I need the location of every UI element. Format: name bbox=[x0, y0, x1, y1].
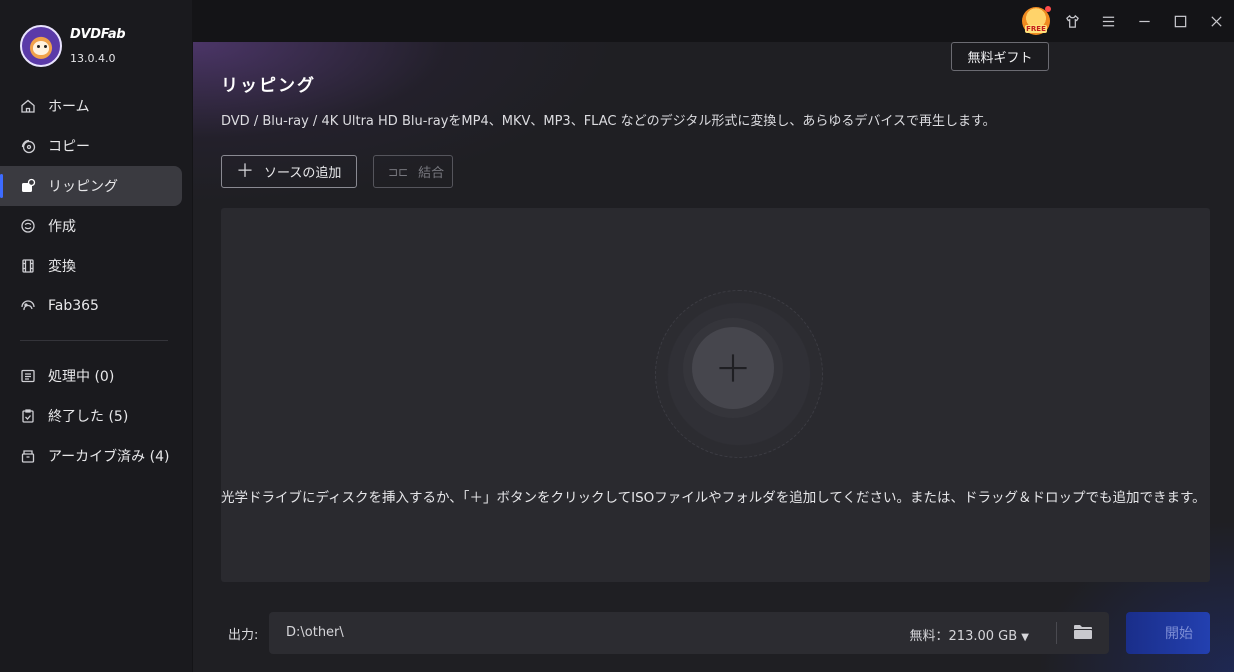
maximize-icon[interactable] bbox=[1167, 8, 1193, 34]
fab365-icon bbox=[20, 298, 36, 314]
output-bar: 出力: D:\other\ 無料：213.00 GB ▼ 開始 bbox=[221, 612, 1210, 654]
drop-hint-text: 光学ドライブにディスクを挿入するか、「＋」ボタンをクリックしてISOファイルやフ… bbox=[221, 490, 1206, 506]
free-space-dropdown[interactable]: 無料：213.00 GB ▼ bbox=[910, 625, 1029, 644]
archive-box-icon bbox=[20, 448, 36, 464]
page-title: リッピング bbox=[221, 76, 316, 96]
start-button[interactable]: 開始 bbox=[1126, 612, 1210, 654]
nav-label: コピー bbox=[48, 139, 90, 155]
skin-shirt-icon[interactable] bbox=[1059, 8, 1085, 34]
nav-label: 終了した (5) bbox=[48, 409, 129, 425]
creator-disc-icon bbox=[20, 218, 36, 234]
ripper-icon bbox=[20, 178, 36, 194]
close-icon[interactable] bbox=[1203, 8, 1229, 34]
free-badge: FREE bbox=[1025, 25, 1047, 33]
output-separator bbox=[1056, 622, 1057, 644]
dvdfab-logo-icon bbox=[20, 25, 62, 67]
nav-item-copy[interactable]: コピー bbox=[0, 126, 193, 166]
nav-label: 変換 bbox=[48, 259, 76, 275]
merge-icon: ⊐⊏ bbox=[388, 164, 409, 179]
add-source-label: ソースの追加 bbox=[264, 166, 342, 181]
free-gift-icon[interactable]: FREE bbox=[1022, 6, 1051, 35]
menu-icon[interactable] bbox=[1095, 8, 1121, 34]
nav-label: リッピング bbox=[48, 179, 118, 195]
app-name: DVDFab bbox=[70, 27, 126, 42]
main-nav: ホーム コピー リッピング 作成 変換 Fab365 bbox=[0, 86, 193, 326]
nav-label: ホーム bbox=[48, 99, 90, 115]
add-source-plus-button[interactable] bbox=[692, 327, 774, 409]
title-bar: FREE bbox=[193, 0, 1234, 42]
film-icon bbox=[20, 258, 36, 274]
folder-icon[interactable] bbox=[1073, 623, 1093, 641]
minimize-icon[interactable] bbox=[1131, 8, 1157, 34]
nav-item-fab365[interactable]: Fab365 bbox=[0, 286, 193, 326]
brand: DVDFab 13.0.4.0 bbox=[20, 25, 126, 67]
main-panel: リッピング DVD / Blu-ray / 4K Ultra HD Blu-ra… bbox=[193, 42, 1234, 672]
caret-down-icon: ▼ bbox=[1021, 632, 1029, 643]
output-label: 出力: bbox=[228, 628, 259, 643]
merge-button[interactable]: ⊐⊏ 結合 bbox=[373, 155, 453, 188]
nav-item-home[interactable]: ホーム bbox=[0, 86, 193, 126]
nav-item-converter[interactable]: 変換 bbox=[0, 246, 193, 286]
sidebar: DVDFab 13.0.4.0 ホーム コピー リッピング 作成 変換 Fab3… bbox=[0, 0, 193, 672]
plus-icon bbox=[719, 354, 747, 382]
free-space-value: 無料：213.00 GB bbox=[909, 629, 1018, 644]
output-path: D:\other\ bbox=[286, 625, 344, 640]
merge-label: 結合 bbox=[418, 166, 445, 181]
finished-clipboard-icon bbox=[20, 408, 36, 424]
nav-item-finished[interactable]: 終了した (5) bbox=[0, 396, 193, 436]
nav-label: アーカイブ済み (4) bbox=[48, 449, 170, 465]
nav-label: Fab365 bbox=[48, 298, 99, 314]
nav-item-creator[interactable]: 作成 bbox=[0, 206, 193, 246]
nav-item-ripper[interactable]: リッピング bbox=[0, 166, 182, 206]
nav-item-archived[interactable]: アーカイブ済み (4) bbox=[0, 436, 193, 476]
free-gift-tooltip: 無料ギフト bbox=[951, 42, 1049, 71]
output-path-field[interactable]: D:\other\ 無料：213.00 GB ▼ bbox=[269, 612, 1109, 654]
plus-icon: ＋ bbox=[236, 160, 254, 182]
nav-label: 作成 bbox=[48, 219, 76, 235]
processing-list-icon bbox=[20, 368, 36, 384]
sidebar-divider bbox=[20, 340, 168, 341]
nav-item-processing[interactable]: 処理中 (0) bbox=[0, 356, 193, 396]
home-icon bbox=[20, 98, 36, 114]
drop-zone[interactable]: 光学ドライブにディスクを挿入するか、「＋」ボタンをクリックしてISOファイルやフ… bbox=[221, 208, 1210, 582]
task-queue-nav: 処理中 (0) 終了した (5) アーカイブ済み (4) bbox=[0, 356, 193, 476]
nav-label: 処理中 (0) bbox=[48, 369, 115, 385]
copy-disc-icon bbox=[20, 138, 36, 154]
notification-dot bbox=[1045, 6, 1051, 12]
add-source-button[interactable]: ＋ ソースの追加 bbox=[221, 155, 357, 188]
app-version: 13.0.4.0 bbox=[70, 52, 116, 65]
page-description: DVD / Blu-ray / 4K Ultra HD Blu-rayをMP4、… bbox=[221, 114, 996, 129]
